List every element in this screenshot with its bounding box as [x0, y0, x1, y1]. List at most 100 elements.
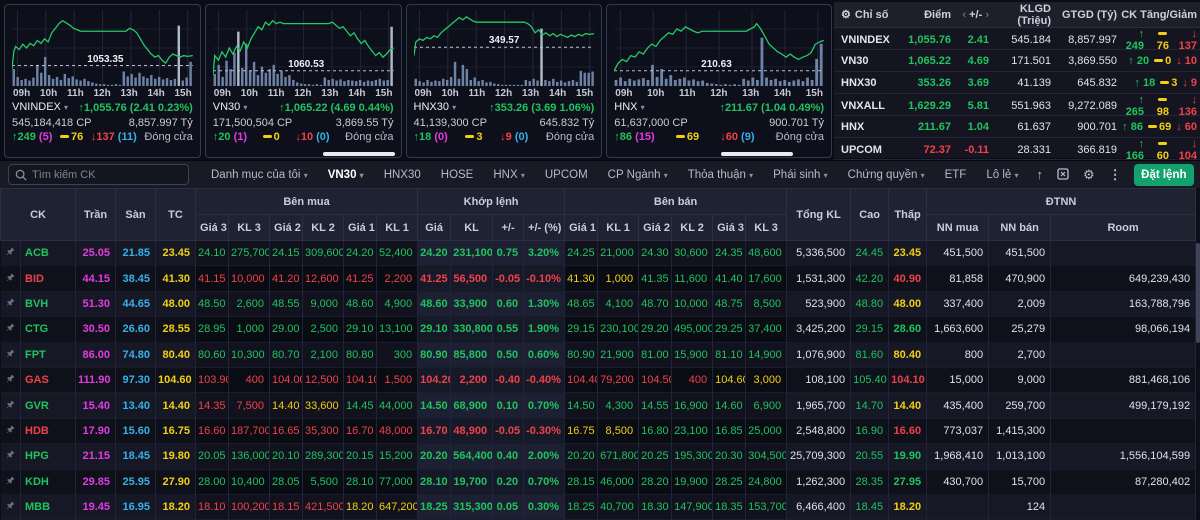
matched-price[interactable]: 29.10 [417, 316, 452, 343]
matched-price[interactable]: 80.90 [417, 342, 452, 368]
board-row-BVH[interactable]: BVH 51.30 44.65 48.00 48.50 2,600 48.55 9,00… [0, 291, 1197, 317]
matched-change-pct[interactable]: 0.30% [523, 494, 566, 520]
pin-cell[interactable] [0, 494, 21, 520]
index-table-row-VNINDEX[interactable]: VNINDEX 1,055.76 2.41 545.184 8,857.997 … [834, 28, 1200, 52]
matched-volume[interactable]: 48,900 [450, 418, 494, 444]
ask-price[interactable]: 48.75 [712, 291, 747, 317]
ask-price[interactable]: 41.30 [564, 265, 599, 292]
bid-price[interactable]: 41.15 [195, 265, 230, 292]
ticker-symbol[interactable]: HPG [20, 443, 77, 470]
ask-volume[interactable]: 8,500 [745, 291, 788, 317]
bid-price[interactable]: 14.35 [195, 392, 230, 419]
upload-icon[interactable]: ↑ [1037, 168, 1044, 181]
tab-UPCOM[interactable]: UPCOM [535, 169, 598, 181]
board-row-KDH[interactable]: KDH 29.85 25.95 27.90 28.00 10,400 28.05 5,5… [0, 469, 1197, 495]
ask-price[interactable]: 14.60 [712, 392, 747, 419]
search-input[interactable] [32, 168, 182, 181]
ask-price[interactable]: 14.55 [638, 392, 673, 419]
bid-volume[interactable]: 4,900 [376, 291, 419, 317]
matched-volume[interactable]: 33,900 [450, 291, 494, 317]
ask-price[interactable]: 104.60 [712, 367, 747, 393]
ask-volume[interactable]: 195,300 [671, 443, 714, 470]
bid-price[interactable]: 48.60 [343, 291, 378, 317]
bid-price[interactable]: 18.10 [195, 494, 230, 520]
tab-VN30[interactable]: VN30 ▾ [318, 169, 374, 181]
bid-volume[interactable]: 10,000 [228, 265, 271, 292]
excel-export-icon[interactable] [1057, 167, 1069, 182]
bid-price[interactable]: 104.00 [269, 367, 304, 393]
matched-change[interactable]: 0.55 [492, 316, 525, 343]
ask-price[interactable]: 28.15 [564, 469, 599, 495]
board-row-ACB[interactable]: ACB 25.05 21.85 23.45 24.10 275,700 24.15 30… [0, 240, 1197, 266]
tab-Phái sinh[interactable]: Phái sinh ▾ [763, 169, 838, 181]
matched-price[interactable]: 18.25 [417, 494, 452, 520]
tab-HNX30[interactable]: HNX30 [374, 169, 431, 181]
ask-volume[interactable]: 147,900 [671, 494, 714, 520]
ticker-symbol[interactable]: CTG [20, 316, 77, 343]
bid-price[interactable]: 80.80 [343, 342, 378, 368]
bid-volume[interactable]: 275,700 [228, 240, 271, 266]
bid-price[interactable]: 18.15 [269, 494, 304, 520]
bid-volume[interactable]: 77,000 [376, 469, 419, 495]
ask-volume[interactable]: 153,700 [745, 494, 788, 520]
board-row-FPT[interactable]: FPT 86.00 74.80 80.40 80.60 10,300 80.70 2,1… [0, 342, 1197, 368]
ask-volume[interactable]: 19,900 [671, 469, 714, 495]
bid-price[interactable]: 18.20 [343, 494, 378, 520]
place-order-button[interactable]: Đặt lệnh [1133, 163, 1194, 186]
ask-volume[interactable]: 14,900 [745, 342, 788, 368]
tab-Lô lẻ[interactable]: Lô lẻ ▾ [976, 169, 1028, 181]
ask-price[interactable]: 29.15 [564, 316, 599, 343]
matched-change-pct[interactable]: -0.40% [523, 367, 566, 393]
bid-volume[interactable]: 52,400 [376, 240, 419, 266]
matched-price[interactable]: 104.20 [417, 367, 452, 393]
ticker-symbol[interactable]: ACB [20, 240, 77, 266]
matched-volume[interactable]: 564,400 [450, 443, 494, 470]
ask-volume[interactable]: 37,400 [745, 316, 788, 343]
ask-volume[interactable]: 1,000 [597, 265, 640, 292]
bid-volume[interactable]: 187,700 [228, 418, 271, 444]
bid-price[interactable]: 28.00 [195, 469, 230, 495]
bid-price[interactable]: 28.05 [269, 469, 304, 495]
ask-volume[interactable]: 21,900 [597, 342, 640, 368]
ask-price[interactable]: 28.20 [638, 469, 673, 495]
pin-icon[interactable] [6, 298, 15, 307]
ask-volume[interactable]: 25,000 [745, 418, 788, 444]
bid-price[interactable]: 41.20 [269, 265, 304, 292]
bid-price[interactable]: 104.10 [343, 367, 378, 393]
bid-volume[interactable]: 289,300 [302, 443, 345, 470]
ticker-symbol[interactable]: FPT [20, 342, 77, 368]
ask-price[interactable]: 48.70 [638, 291, 673, 317]
ask-volume[interactable]: 304,500 [745, 443, 788, 470]
matched-price[interactable]: 20.20 [417, 443, 452, 470]
pin-icon[interactable] [6, 247, 15, 256]
ticker-symbol[interactable]: GVR [20, 392, 77, 419]
index-table-row-VNXALL[interactable]: VNXALL 1,629.29 5.81 551.963 9,272.089 ↑… [834, 94, 1200, 118]
matched-price[interactable]: 28.10 [417, 469, 452, 495]
bid-volume[interactable]: 309,600 [302, 240, 345, 266]
tab-Thỏa thuận[interactable]: Thỏa thuận ▾ [678, 169, 763, 181]
matched-volume[interactable]: 19,700 [450, 469, 494, 495]
index-name-dropdown[interactable]: HNX30 ▾ [414, 100, 457, 116]
matched-change[interactable]: 0.60 [492, 291, 525, 317]
bid-volume[interactable]: 5,500 [302, 469, 345, 495]
board-scrollbar-thumb[interactable] [1196, 243, 1200, 343]
bid-volume[interactable]: 2,100 [302, 342, 345, 368]
ask-volume[interactable]: 8,500 [597, 418, 640, 444]
gear-icon[interactable]: ⚙ [1083, 168, 1095, 181]
matched-volume[interactable]: 85,800 [450, 342, 494, 368]
pin-cell[interactable] [0, 443, 21, 470]
bid-volume[interactable]: 7,500 [228, 392, 271, 419]
tab-HNX[interactable]: HNX ▾ [483, 169, 535, 181]
ticker-symbol[interactable]: GAS [20, 367, 77, 393]
board-row-GAS[interactable]: GAS 111.90 97.30 104.60 103.90 400 104.00 12… [0, 367, 1197, 393]
ask-volume[interactable]: 671,800 [597, 443, 640, 470]
pin-cell[interactable] [0, 265, 21, 292]
index-name-dropdown[interactable]: HNX ▾ [614, 100, 644, 116]
bid-volume[interactable]: 2,200 [376, 265, 419, 292]
ask-volume[interactable]: 3,000 [745, 367, 788, 393]
bid-volume[interactable]: 2,600 [228, 291, 271, 317]
tab-CP Ngành[interactable]: CP Ngành ▾ [598, 169, 678, 181]
ask-volume[interactable]: 11,600 [671, 265, 714, 292]
tab-Danh mục của tôi[interactable]: Danh mục của tôi ▾ [201, 169, 318, 181]
pin-cell[interactable] [0, 469, 21, 495]
